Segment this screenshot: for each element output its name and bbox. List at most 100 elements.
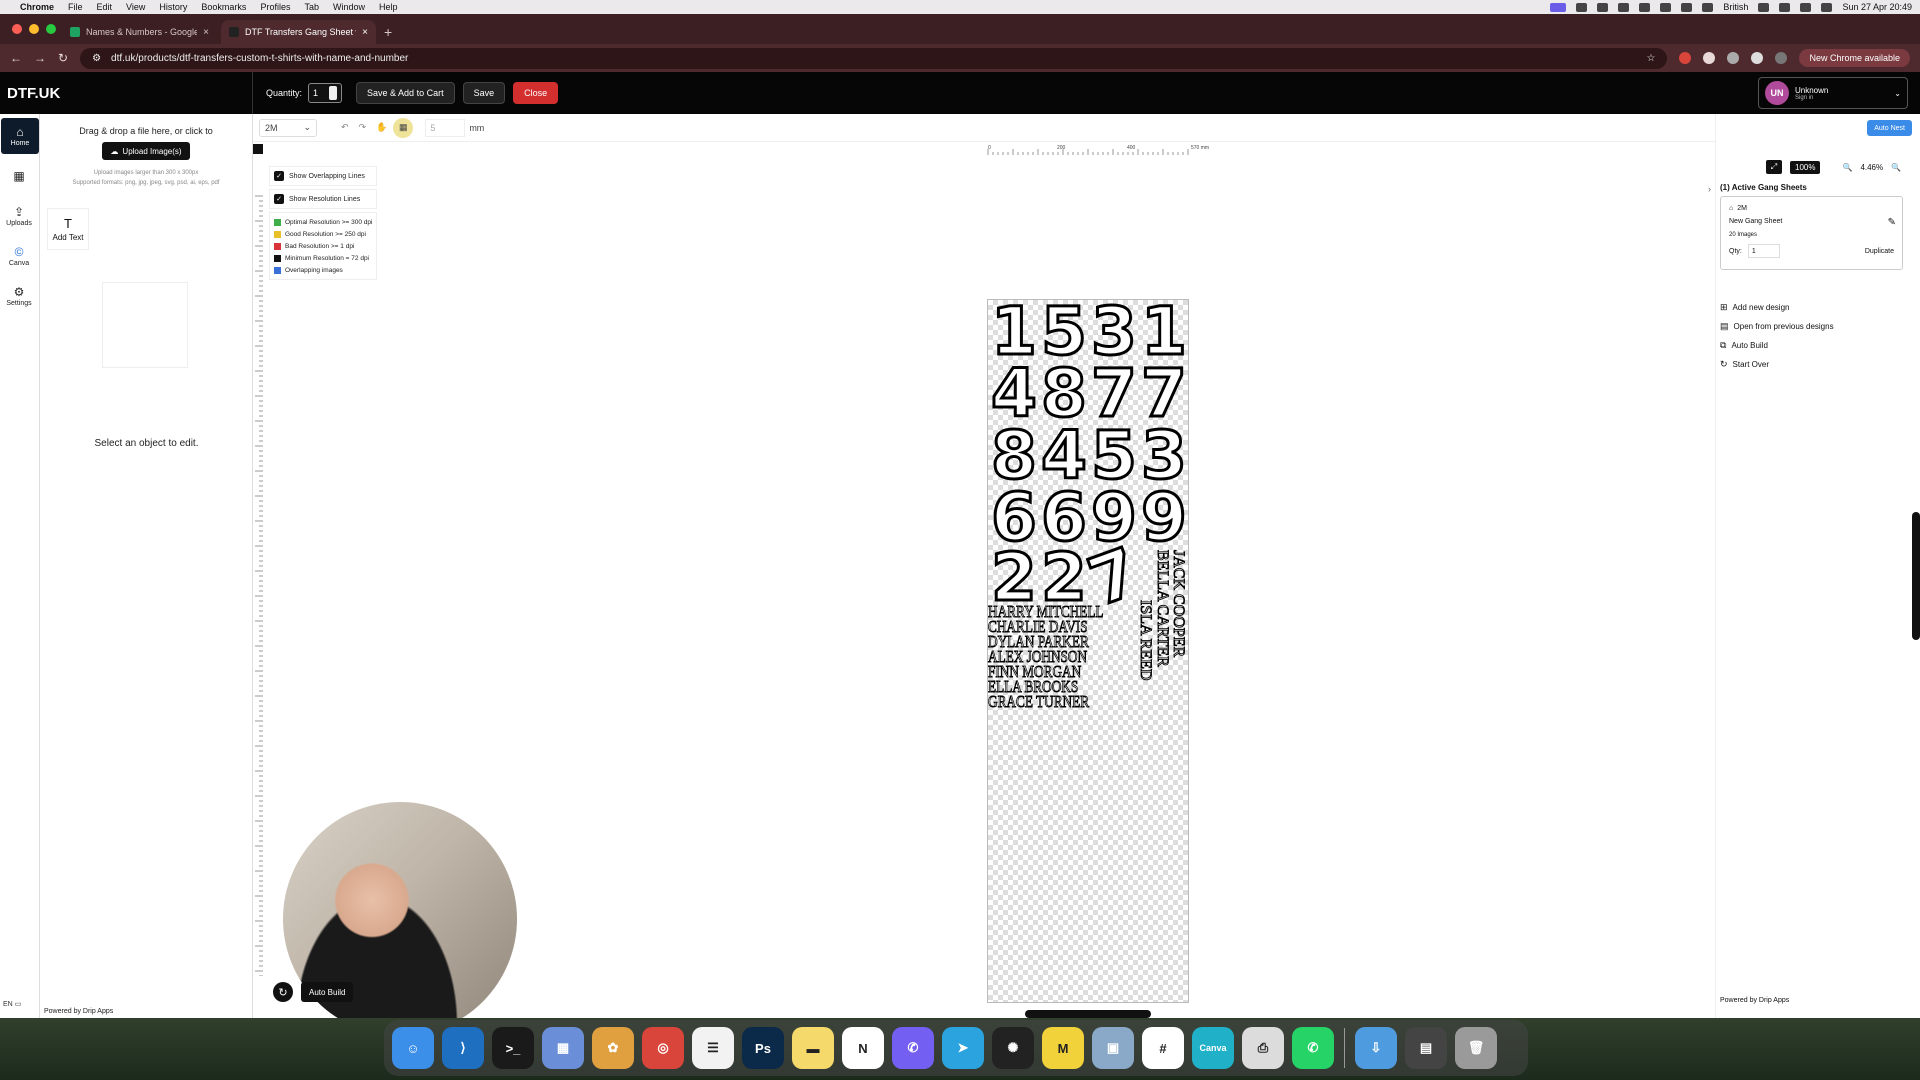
menu-help[interactable]: Help — [379, 2, 398, 12]
viber-icon[interactable]: ✆ — [892, 1027, 934, 1069]
player-name-vertical[interactable]: ISLA REED — [1136, 600, 1155, 681]
status-icon[interactable] — [1618, 2, 1630, 12]
chevron-down-icon[interactable]: ⌄ — [1894, 89, 1901, 98]
player-name-vertical[interactable]: JACK COOPER — [1169, 550, 1188, 658]
site-info-icon[interactable]: ⚙ — [92, 53, 101, 64]
chatgpt-icon[interactable]: ✺ — [992, 1027, 1034, 1069]
extension-icon[interactable] — [1679, 52, 1692, 64]
zoom-100-button[interactable]: 100% — [1790, 160, 1821, 174]
upload-images-button[interactable]: ☁ Upload Image(s) — [102, 142, 190, 160]
hand-icon[interactable]: ✋ — [376, 122, 387, 133]
rail-canva[interactable]: © Canva — [0, 238, 38, 274]
start-over-button[interactable]: ↻ Start Over — [1720, 355, 1834, 374]
add-new-design-button[interactable]: ⊞ Add new design — [1720, 298, 1834, 317]
chevron-right-icon[interactable]: › — [1708, 184, 1711, 194]
menu-history[interactable]: History — [159, 2, 187, 12]
fit-screen-icon[interactable]: ⤢ — [1766, 160, 1782, 174]
language-switcher[interactable]: EN ▭ — [3, 1000, 21, 1008]
quantity-stepper[interactable]: 1 — [308, 83, 343, 103]
slack-icon[interactable]: # — [1142, 1027, 1184, 1069]
menubar-clock[interactable]: Sun 27 Apr 20:49 — [1842, 2, 1912, 12]
user-menu[interactable]: UN Unknown Sign in ⌄ — [1758, 77, 1908, 109]
back-icon[interactable]: ← — [10, 51, 22, 65]
grid-icon[interactable]: ▦ — [393, 117, 414, 138]
status-app-icon[interactable] — [1550, 2, 1567, 12]
miro-icon[interactable]: M — [1042, 1027, 1084, 1069]
forward-icon[interactable]: → — [34, 51, 46, 65]
edit-icon[interactable]: ✎ — [1888, 217, 1896, 228]
close-window-button[interactable] — [12, 24, 22, 34]
control-center-icon[interactable] — [1821, 2, 1833, 12]
player-name[interactable]: GRACE TURNER — [988, 693, 1104, 711]
menu-file[interactable]: File — [68, 2, 83, 12]
reminders-icon[interactable]: ☰ — [692, 1027, 734, 1069]
telegram-icon[interactable]: ➤ — [942, 1027, 984, 1069]
photos-icon[interactable]: ✿ — [592, 1027, 634, 1069]
reload-icon[interactable]: ↻ — [58, 51, 68, 65]
close-button[interactable]: Close — [513, 82, 559, 104]
powered-by[interactable]: Powered by Drip Apps — [44, 1008, 113, 1015]
stepper-arrows-icon[interactable] — [329, 86, 338, 100]
battery-icon[interactable] — [1779, 2, 1791, 12]
powered-by[interactable]: Powered by Drip Apps — [1720, 997, 1789, 1004]
browser-tab-sheets[interactable]: Names & Numbers - Google Sh × — [62, 20, 217, 44]
profile-icon[interactable] — [1775, 52, 1788, 64]
redo-icon[interactable]: ↷ — [359, 122, 367, 133]
bookmark-star-icon[interactable]: ☆ — [1646, 53, 1655, 64]
horizontal-scrollbar[interactable] — [1025, 1010, 1151, 1018]
undo-icon[interactable]: ↶ — [341, 122, 349, 133]
extension-icon[interactable] — [1727, 52, 1740, 64]
wifi-icon[interactable] — [1758, 2, 1770, 12]
notion-icon[interactable]: N — [842, 1027, 884, 1069]
status-icon[interactable] — [1639, 2, 1651, 12]
vscode-icon[interactable]: ⟩ — [442, 1027, 484, 1069]
keyboard-layout[interactable]: British — [1723, 2, 1748, 12]
browser-tab-dtf[interactable]: DTF Transfers Gang Sheet wit × — [221, 20, 376, 44]
printer-icon[interactable]: ⎙ — [1242, 1027, 1284, 1069]
jersey-number[interactable]: 9 — [1138, 483, 1189, 552]
show-overlapping-checkbox[interactable]: ✓ Show Overlapping Lines — [269, 166, 378, 186]
gang-sheet-card[interactable]: ⌂ 2M New Gang Sheet 20 Images ✎ Qty: 1 D… — [1720, 196, 1903, 270]
status-icon[interactable] — [1597, 2, 1609, 12]
chrome-icon[interactable]: ◎ — [642, 1027, 684, 1069]
vertical-scrollbar[interactable] — [1912, 512, 1920, 640]
close-tab-icon[interactable]: × — [203, 27, 209, 38]
finder-icon[interactable]: ☺ — [392, 1027, 434, 1069]
chrome-update-button[interactable]: New Chrome available — [1799, 49, 1910, 67]
save-button[interactable]: Save — [462, 82, 506, 104]
status-icon[interactable] — [1681, 2, 1693, 12]
preview-icon[interactable]: ▣ — [1092, 1027, 1134, 1069]
extension-icon[interactable] — [1703, 52, 1716, 64]
menu-tab[interactable]: Tab — [304, 2, 319, 12]
bluetooth-icon[interactable] — [1702, 2, 1714, 12]
zoom-in-icon[interactable]: 🔍 — [1891, 163, 1901, 172]
status-icon[interactable] — [1660, 2, 1672, 12]
menu-window[interactable]: Window — [333, 2, 365, 12]
recent-icon[interactable]: ▤ — [1405, 1027, 1447, 1069]
whatsapp-icon[interactable]: ✆ — [1292, 1027, 1334, 1069]
menu-edit[interactable]: Edit — [97, 2, 113, 12]
rail-home[interactable]: ⌂ Home — [1, 118, 39, 154]
extension-icon[interactable] — [1751, 52, 1764, 64]
minimize-window-button[interactable] — [29, 24, 39, 34]
new-tab-icon[interactable]: + — [384, 24, 392, 40]
brand-logo[interactable]: DTF.UK — [0, 72, 253, 114]
sheet-size-select[interactable]: 2M ⌄ — [259, 118, 317, 137]
trash-icon[interactable]: 🗑 — [1455, 1027, 1497, 1069]
search-icon[interactable] — [1800, 2, 1812, 12]
player-name-vertical[interactable]: BELLA CARTER — [1153, 550, 1172, 668]
photoshop-icon[interactable]: Ps — [742, 1027, 784, 1069]
zoom-window-button[interactable] — [46, 24, 56, 34]
terminal-icon[interactable]: >_ — [492, 1027, 534, 1069]
spacing-input[interactable]: 5 — [425, 118, 466, 137]
menu-view[interactable]: View — [126, 2, 145, 12]
address-bar[interactable]: ⚙ dtf.uk/products/dtf-transfers-custom-t… — [80, 47, 1668, 69]
sign-in-link[interactable]: Sign in — [1795, 95, 1828, 101]
cloud-icon[interactable] — [1576, 2, 1588, 12]
duplicate-button[interactable]: Duplicate — [1865, 248, 1894, 255]
zoom-out-icon[interactable]: 🔍 — [1842, 163, 1852, 172]
show-resolution-checkbox[interactable]: ✓ Show Resolution Lines — [269, 189, 378, 209]
auto-build-action-button[interactable]: ⧉ Auto Build — [1720, 336, 1834, 355]
notes-icon[interactable]: ▬ — [792, 1027, 834, 1069]
canva-app-icon[interactable]: Canva — [1192, 1027, 1234, 1069]
